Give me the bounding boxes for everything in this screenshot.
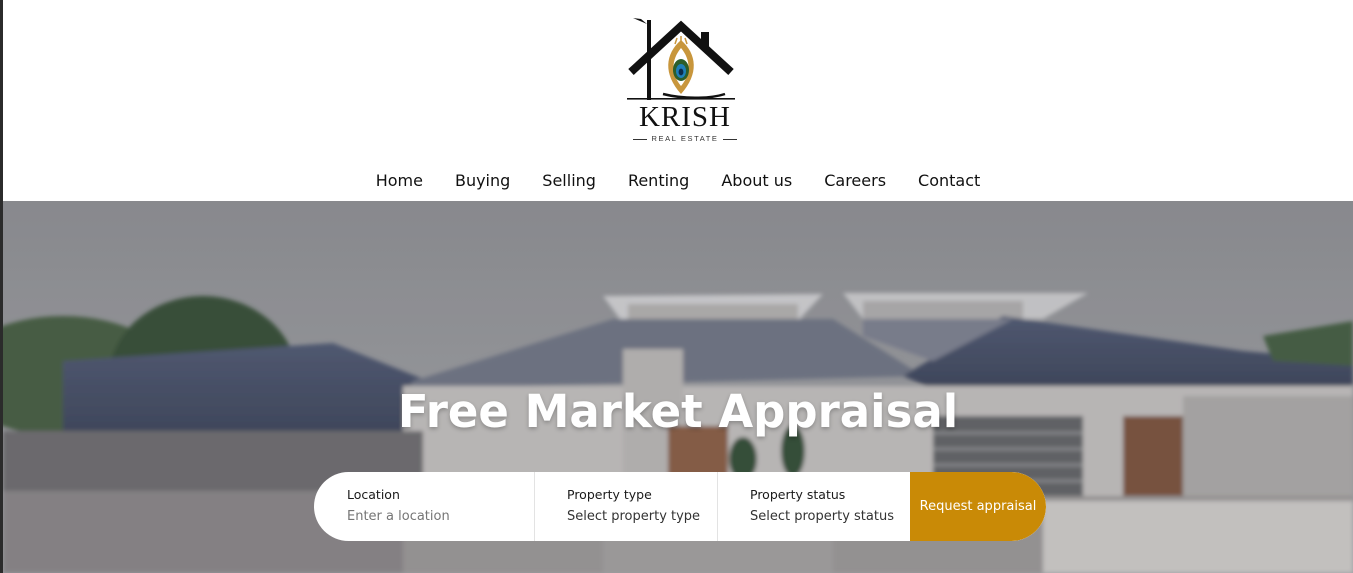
location-input[interactable] [347, 509, 527, 524]
location-field: Location [314, 472, 535, 541]
site-header: KRISH REAL ESTATE Home Buying Selling Re… [3, 0, 1353, 201]
nav-about-us[interactable]: About us [705, 168, 808, 194]
brand-name: KRISH [638, 101, 731, 133]
property-type-field[interactable]: Property type Select property type [535, 472, 718, 541]
location-label: Location [347, 487, 400, 502]
nav-selling[interactable]: Selling [526, 168, 612, 194]
request-appraisal-button[interactable]: Request appraisal [910, 472, 1046, 541]
property-type-select[interactable]: Select property type [567, 509, 717, 524]
property-type-label: Property type [567, 487, 652, 502]
brand-subtitle: REAL ESTATE [627, 134, 743, 143]
nav-renting[interactable]: Renting [612, 168, 705, 194]
main-nav: Home Buying Selling Renting About us Car… [3, 168, 1353, 194]
brand-logo[interactable]: KRISH REAL ESTATE [627, 14, 743, 146]
hero-section: Free Market Appraisal Location Property … [3, 201, 1353, 573]
nav-careers[interactable]: Careers [808, 168, 902, 194]
appraisal-search-bar: Location Property type Select property t… [314, 472, 1046, 541]
house-peacock-logo-icon [627, 18, 735, 100]
hero-title: Free Market Appraisal [397, 385, 959, 438]
nav-contact[interactable]: Contact [902, 168, 996, 194]
nav-home[interactable]: Home [360, 168, 439, 194]
nav-buying[interactable]: Buying [439, 168, 526, 194]
window-edge [0, 0, 3, 573]
property-status-field[interactable]: Property status Select property status [718, 472, 910, 541]
property-status-label: Property status [750, 487, 846, 502]
property-status-select[interactable]: Select property status [750, 509, 910, 524]
